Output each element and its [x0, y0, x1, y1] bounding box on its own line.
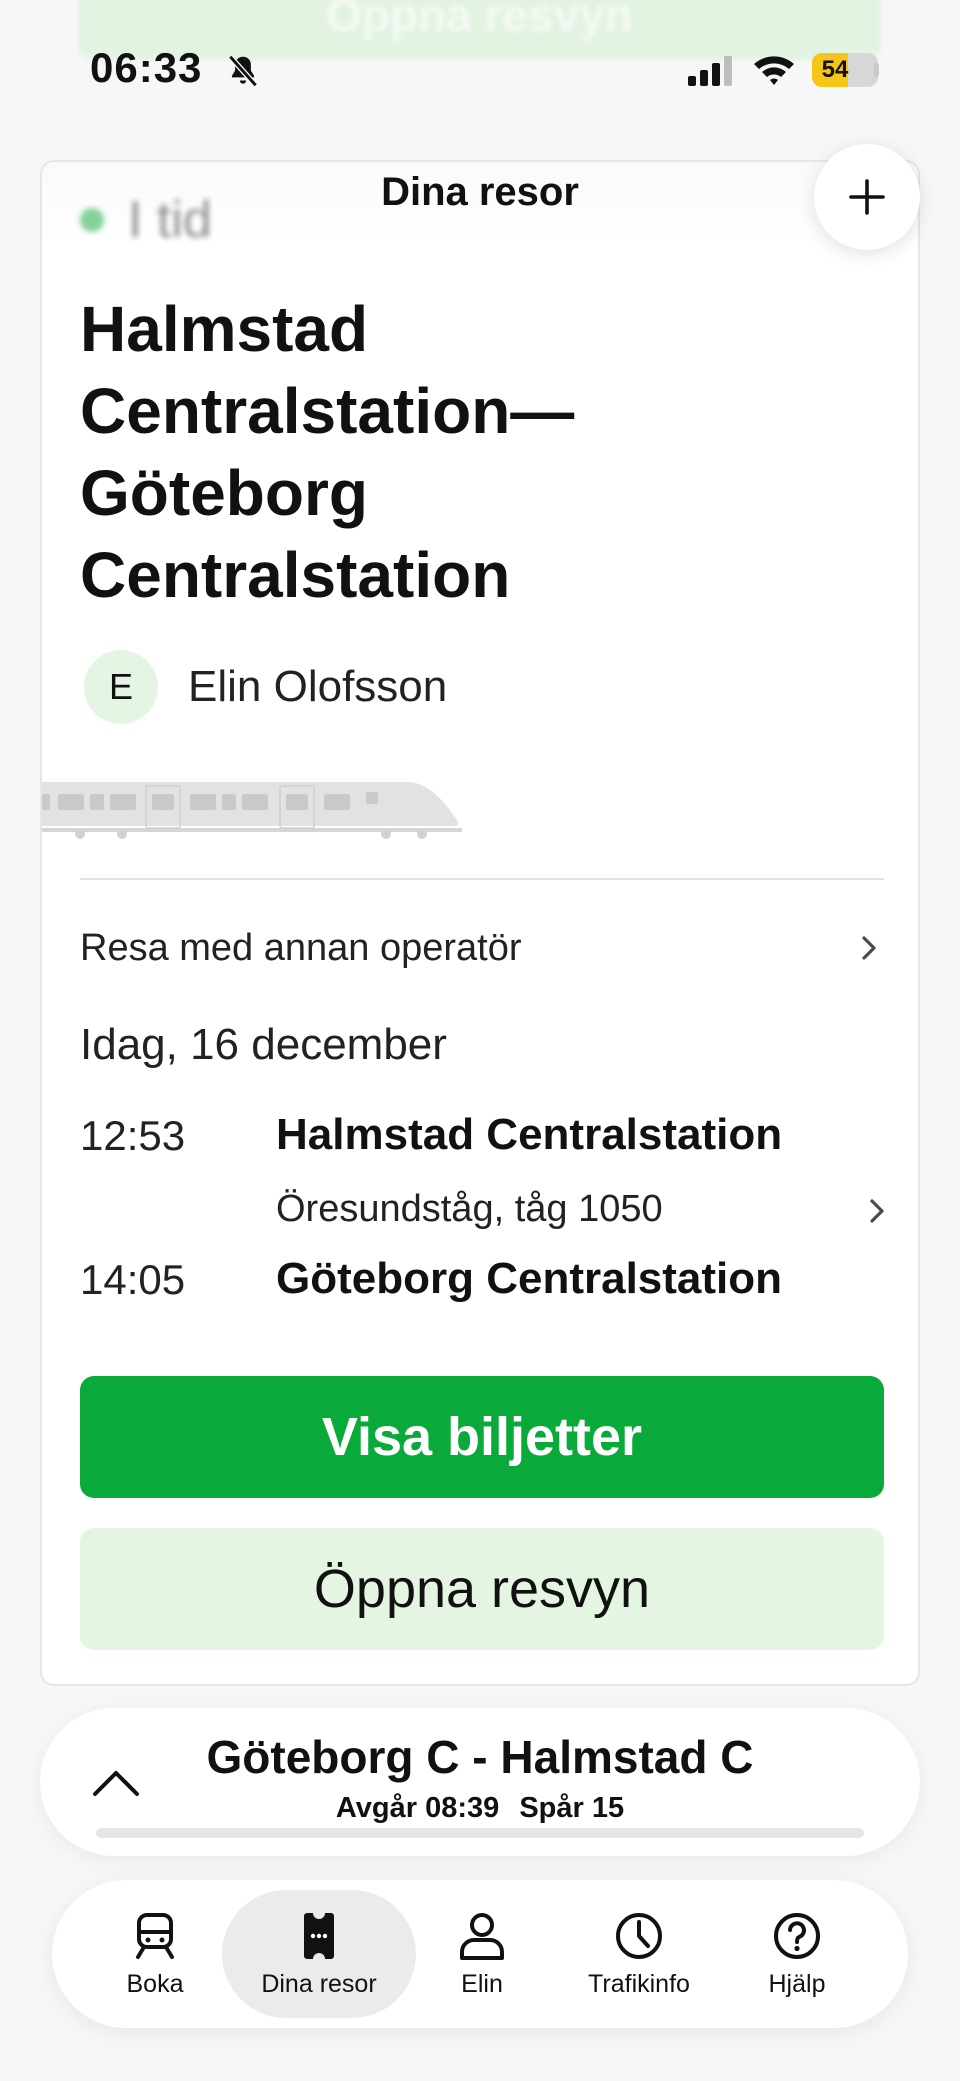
other-operator-row[interactable]: Resa med annan operatör — [80, 918, 884, 978]
arrival-time: 14:05 — [80, 1256, 186, 1303]
tab-bar: Boka Dina resor Elin Trafikinfo Hjälp — [52, 1880, 908, 2028]
battery-nub — [874, 63, 879, 77]
battery-percent: 54 — [821, 56, 849, 83]
upcoming-trip-bar[interactable]: Göteborg C - Halmstad C Avgår 08:39 Spår… — [40, 1708, 920, 1856]
status-time: 06:33 — [90, 44, 203, 91]
wifi-icon — [754, 56, 794, 85]
departure-label: Avgår 08:39 — [335, 1792, 500, 1824]
tab-hjalp[interactable]: Hjälp — [732, 1890, 862, 2018]
open-trip-view-button[interactable]: Öppna resvyn — [80, 1528, 884, 1650]
arrival-station: Göteborg Centralstation — [276, 1254, 783, 1303]
departure-time: 12:53 — [80, 1112, 186, 1159]
departure-station: Halmstad Centralstation — [276, 1110, 783, 1159]
tab-dina-resor[interactable]: Dina resor — [222, 1890, 416, 2018]
train-icon — [136, 1912, 174, 1959]
passenger: E Elin Olofsson — [84, 650, 447, 724]
tab-trafikinfo[interactable]: Trafikinfo — [564, 1890, 714, 2018]
plus-icon — [849, 179, 885, 215]
battery-indicator: 54 — [812, 53, 878, 87]
tab-label: Trafikinfo — [588, 1969, 690, 1998]
avatar: E — [84, 650, 158, 724]
tab-label: Elin — [461, 1969, 503, 1998]
chevron-right-icon — [862, 936, 876, 960]
bell-muted-icon — [228, 54, 258, 88]
tab-label: Dina resor — [261, 1969, 377, 1998]
tab-label: Hjälp — [768, 1969, 826, 1998]
trip-progress-track — [96, 1828, 864, 1838]
tab-label: Boka — [126, 1969, 184, 1998]
upcoming-trip-details: Avgår 08:39 Spår 15 — [40, 1792, 920, 1825]
status-bar: 06:33 54 — [0, 0, 960, 140]
route-title: Halmstad Centralstation— Göteborg Centra… — [80, 293, 575, 611]
show-tickets-button[interactable]: Visa biljetter — [80, 1376, 884, 1498]
cellular-signal-icon — [688, 56, 732, 86]
other-operator-label: Resa med annan operatör — [80, 926, 522, 969]
trip-date: Idag, 16 december — [80, 1020, 447, 1069]
tab-elin[interactable]: Elin — [422, 1890, 542, 2018]
passenger-name: Elin Olofsson — [188, 662, 448, 711]
person-icon — [460, 1912, 504, 1960]
help-icon — [774, 1912, 820, 1959]
divider — [80, 878, 884, 880]
chevron-right-icon — [870, 1199, 884, 1223]
track-label: Spår 15 — [519, 1792, 625, 1824]
tab-boka[interactable]: Boka — [80, 1890, 230, 2018]
upcoming-trip-title: Göteborg C - Halmstad C — [206, 1731, 754, 1783]
train-service: Öresundståg, tåg 1050 — [276, 1188, 663, 1230]
train-illustration — [42, 782, 462, 839]
add-trip-button[interactable] — [814, 144, 920, 250]
screen: Öppna resvyn 06:33 54 I tid Halmstad Cen… — [0, 0, 960, 2081]
trip-card[interactable]: I tid Halmstad Centralstation— Göteborg … — [40, 160, 920, 1686]
trip-leg[interactable]: 12:53 Halmstad Centralstation Öresundstå… — [80, 1110, 884, 1332]
ticket-icon — [304, 1912, 334, 1959]
clock-icon — [616, 1912, 662, 1959]
